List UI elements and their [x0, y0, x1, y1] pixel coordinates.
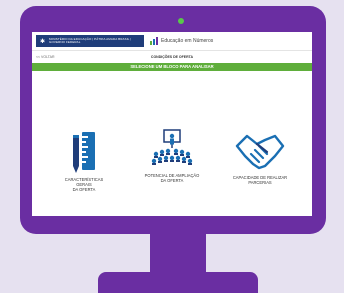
handshake-icon	[235, 134, 285, 170]
nav-row: << VOLTAR CONDIÇÕES DE OFERTA	[32, 51, 312, 63]
card-expansion-potential[interactable]: POTENCIAL DE AMPLIAÇÃO DA OFERTA	[132, 128, 212, 183]
label-line: DA OFERTA	[160, 178, 184, 183]
screen: ✱ MINISTÉRIO DA EDUCAÇÃO | PÁTRIA AMADA …	[32, 32, 312, 216]
camera-dot	[178, 18, 184, 24]
card-label: CARACTERÍSTICAS GERAIS DA OFERTA	[44, 177, 124, 192]
monitor-stand-neck	[150, 234, 206, 276]
instruction-banner: SELECIONE UM BLOCO PARA ANALISAR	[32, 63, 312, 71]
card-partnership-capacity[interactable]: CAPACIDADE DE REALIZAR PARCERIAS	[220, 132, 300, 185]
monitor-stand-base	[98, 272, 258, 293]
ruler-pencil-icon	[73, 132, 95, 173]
card-label: POTENCIAL DE AMPLIAÇÃO DA OFERTA	[132, 173, 212, 183]
ministry-text: MINISTÉRIO DA EDUCAÇÃO | PÁTRIA AMADA BR…	[49, 36, 132, 44]
label-line: PARCERIAS	[248, 180, 272, 185]
card-general-characteristics[interactable]: CARACTERÍSTICAS GERAIS DA OFERTA	[44, 130, 124, 192]
app-logo: Educação em Números	[149, 37, 213, 45]
app-name: Educação em Números	[161, 38, 214, 44]
card-label: CAPACIDADE DE REALIZAR PARCERIAS	[220, 175, 300, 185]
header: ✱ MINISTÉRIO DA EDUCAÇÃO | PÁTRIA AMADA …	[32, 32, 312, 51]
gov-emblem-icon: ✱	[40, 38, 46, 45]
classroom-presentation-icon	[151, 129, 193, 165]
ministry-logo: ✱ MINISTÉRIO DA EDUCAÇÃO | PÁTRIA AMADA …	[36, 35, 144, 47]
back-link[interactable]: << VOLTAR	[36, 55, 55, 59]
page-title: CONDIÇÕES DE OFERTA	[150, 55, 194, 59]
label-line: DA OFERTA	[72, 187, 96, 192]
bar-chart-icon	[150, 37, 158, 45]
block-cards: CARACTERÍSTICAS GERAIS DA OFERTA POTENCI…	[32, 120, 312, 216]
